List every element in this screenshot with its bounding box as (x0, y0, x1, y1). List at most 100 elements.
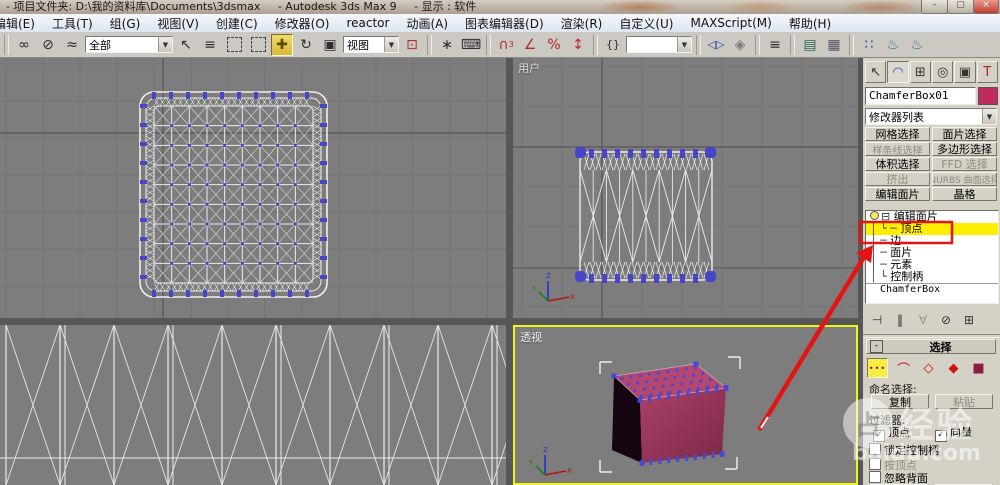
minimize-button[interactable]: – (921, 0, 948, 14)
menu-edit[interactable]: 编辑(E) (0, 15, 35, 32)
selection-filter-dropdown[interactable]: 全部 ▼ (85, 36, 173, 53)
close-button[interactable]: × (973, 0, 999, 14)
remove-modifier-icon[interactable]: ⊘ (938, 313, 954, 327)
quick-render-icon[interactable]: ♨ (906, 34, 928, 56)
chevron-down-icon[interactable]: ▼ (677, 37, 691, 52)
modifier-list-value: 修改器列表 (869, 110, 924, 124)
patch-subobject-icon[interactable]: ◆ (944, 359, 963, 377)
poly-select-button[interactable]: 多边形选择 (932, 142, 997, 156)
menu-tools[interactable]: 工具(T) (52, 15, 93, 32)
align-icon[interactable]: ◈ (729, 34, 751, 56)
edge-subobject-icon[interactable]: ◇ (919, 359, 938, 377)
menu-maxscript[interactable]: MAXScript(M) (691, 16, 772, 30)
material-editor-icon[interactable]: ∷ (858, 34, 880, 56)
copy-button[interactable]: 复制 (871, 394, 929, 409)
select-object-icon[interactable]: ↖ (175, 34, 197, 56)
show-end-result-icon[interactable]: ‖ (892, 313, 908, 327)
menu-animation[interactable]: 动画(A) (406, 15, 448, 32)
lattice-button[interactable]: 晶格 (932, 187, 997, 201)
viewport-label-perspective[interactable]: 透视 (520, 329, 542, 345)
3dsmax-window: - 项目文件夹: D:\我的资料库\Documents\3dsmax - Aut… (0, 0, 1000, 485)
perspective-viewport-canvas: Z X Y (528, 356, 741, 476)
object-name-field[interactable]: ChamferBox01 (865, 87, 976, 105)
use-pivot-center-icon[interactable]: ⊡ (401, 34, 423, 56)
viewport-top[interactable] (0, 58, 506, 318)
maximize-button[interactable]: ▢ (947, 0, 974, 14)
layer-manager-icon[interactable]: ≡ (764, 34, 786, 56)
menu-graph-editors[interactable]: 图表编辑器(D) (465, 15, 544, 32)
mesh-select-button[interactable]: 网格选择 (865, 127, 930, 141)
pin-stack-icon[interactable]: ⊣ (869, 313, 885, 327)
modifier-list-dropdown[interactable]: 修改器列表 ▼ (865, 108, 997, 125)
tab-motion[interactable]: ◎ (931, 61, 954, 83)
checkbox-icon[interactable]: ✓ (873, 430, 885, 442)
stack-row-handle[interactable]: │ └ 控制柄 (866, 271, 998, 283)
chevron-down-icon[interactable]: ▼ (158, 37, 172, 52)
menu-views[interactable]: 视图(V) (157, 15, 199, 32)
dashed-rect-icon (226, 37, 242, 52)
select-and-manipulate-icon[interactable]: ∗ (436, 34, 458, 56)
curve-editor-icon[interactable]: ▤ (799, 34, 821, 56)
viewport-label-user[interactable]: 用户 (518, 60, 540, 76)
tab-display[interactable]: ▣ (954, 61, 976, 83)
render-setup-icon[interactable]: ♨ (882, 34, 904, 56)
reference-coordinate-dropdown[interactable]: 视图 ▼ (343, 36, 399, 53)
menu-create[interactable]: 创建(C) (216, 15, 258, 32)
bind-to-spacewarp-icon[interactable]: ≈ (61, 34, 83, 56)
select-and-move-icon[interactable]: ✚ (271, 33, 293, 56)
mirror-icon[interactable]: ◁▷ (705, 34, 727, 56)
angle-snap-icon[interactable]: ∠ (519, 34, 541, 56)
tab-create[interactable]: ↖ (865, 61, 887, 83)
unlink-selection-icon[interactable]: ⊘ (37, 34, 59, 56)
menu-group[interactable]: 组(G) (110, 15, 141, 32)
edit-patch-button[interactable]: 编辑面片 (865, 187, 930, 201)
select-and-link-icon[interactable]: ∞ (13, 34, 35, 56)
hierarchy-icon: ⊞ (914, 64, 926, 80)
chevron-down-icon[interactable]: ▼ (384, 37, 398, 52)
edit-named-sets-icon[interactable]: {} (602, 34, 624, 56)
collapse-icon[interactable]: - (870, 340, 883, 353)
checkbox-icon[interactable] (869, 443, 881, 455)
checkbox-icon[interactable] (869, 471, 881, 483)
selection-rollout-header[interactable]: - 选择 (866, 339, 996, 354)
menu-rendering[interactable]: 渲染(R) (561, 15, 603, 32)
crossing-selection-icon[interactable] (247, 34, 269, 56)
patch-select-button[interactable]: 面片选择 (932, 127, 997, 141)
select-and-scale-icon[interactable]: ▣ (319, 34, 341, 56)
menu-reactor[interactable]: reactor (346, 16, 389, 30)
object-color-swatch[interactable] (978, 87, 998, 105)
element-subobject-icon[interactable]: ■ (969, 359, 988, 377)
lock-handles-checkbox[interactable]: 锁定控制柄 (869, 442, 939, 458)
viewport-area: Z X Y 用户 Z X Y 透视 (0, 58, 863, 485)
viewport-bottom-left[interactable] (0, 325, 506, 485)
tab-utilities[interactable]: T (976, 61, 998, 83)
menu-customize[interactable]: 自定义(U) (619, 15, 673, 32)
vertex-subobject-icon[interactable]: ••• (867, 358, 888, 378)
named-sets-dropdown[interactable]: ▼ (626, 36, 692, 53)
vol-select-button[interactable]: 体积选择 (865, 157, 930, 171)
handle-subobject-icon[interactable]: ⌒ (894, 359, 913, 378)
checkbox-icon[interactable]: ✓ (935, 430, 947, 442)
percent-snap-icon[interactable]: % (543, 34, 565, 56)
keyboard-shortcut-override-icon[interactable]: ⌨ (460, 34, 482, 56)
schematic-view-icon[interactable]: ▦ (823, 34, 845, 56)
ignore-backfacing-checkbox[interactable]: 忽略背面 (869, 470, 928, 485)
filter-vector-checkbox[interactable]: ✓ 向量 (935, 424, 972, 442)
menu-modifiers[interactable]: 修改器(O) (275, 15, 330, 32)
stack-toolbar: ⊣ ‖ ∀ ⊘ ⊞ (865, 310, 1000, 330)
select-and-rotate-icon[interactable]: ↻ (295, 34, 317, 56)
menu-help[interactable]: 帮助(H) (789, 15, 831, 32)
select-by-name-icon[interactable]: ≡ (199, 34, 221, 56)
bulb-icon[interactable] (870, 211, 879, 220)
rect-selection-region-icon[interactable] (223, 34, 245, 56)
viewport-perspective[interactable]: Z X Y 透视 (513, 325, 858, 485)
tab-hierarchy[interactable]: ⊞ (909, 61, 931, 83)
viewport-user[interactable]: Z X Y 用户 (513, 58, 858, 318)
stack-row-chamferbox[interactable]: ChamferBox (866, 283, 998, 296)
tab-modify[interactable]: ◠ (887, 61, 909, 83)
filter-vertex-checkbox[interactable]: ✓ 顶点 (873, 424, 910, 442)
spinner-snap-icon[interactable]: ↕ (567, 34, 589, 56)
snaps-toggle-icon[interactable]: ∩ 3 (495, 34, 517, 56)
chevron-down-icon[interactable]: ▼ (982, 109, 996, 124)
configure-modifier-sets-icon[interactable]: ⊞ (961, 313, 977, 327)
